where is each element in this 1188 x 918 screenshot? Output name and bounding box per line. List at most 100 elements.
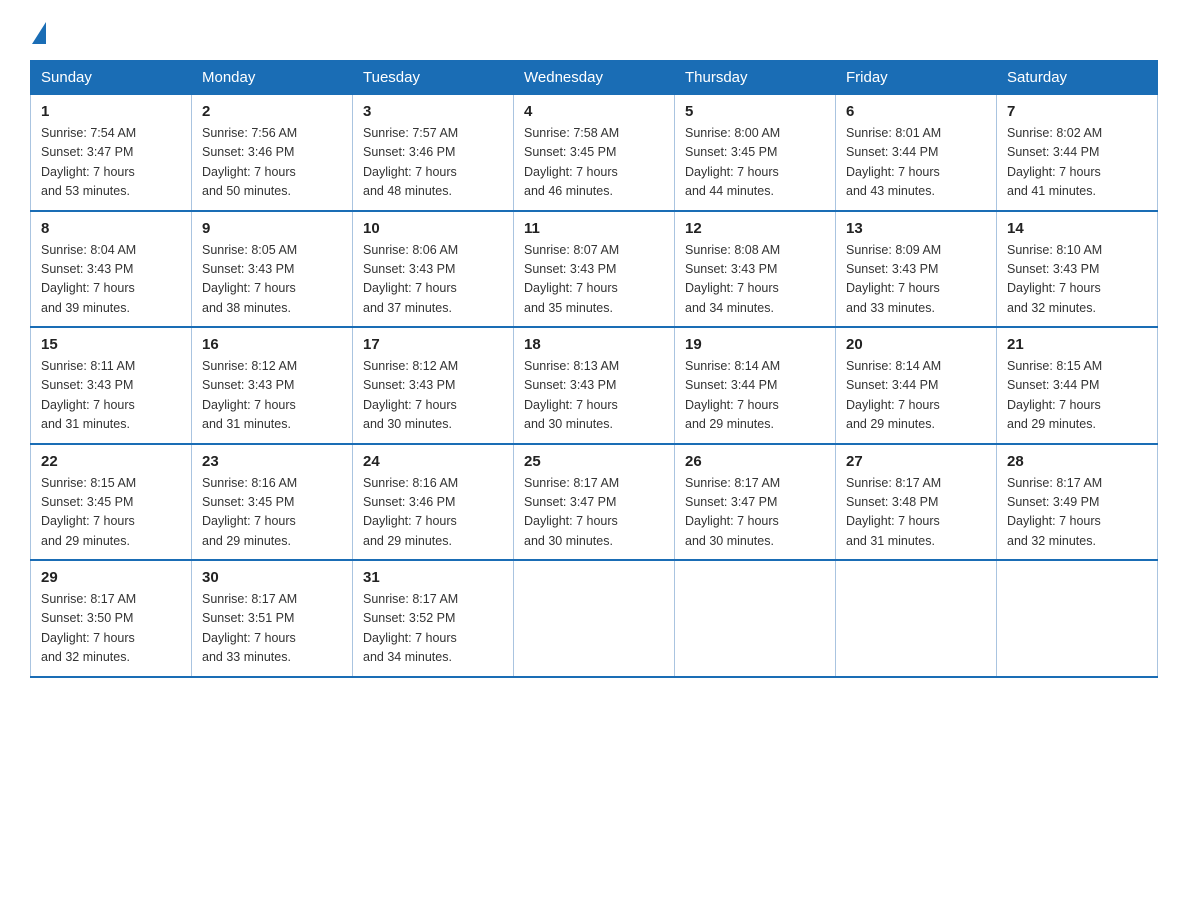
calendar-cell: 19 Sunrise: 8:14 AMSunset: 3:44 PMDaylig… xyxy=(675,327,836,444)
calendar-cell: 22 Sunrise: 8:15 AMSunset: 3:45 PMDaylig… xyxy=(31,444,192,561)
calendar-week-row: 1 Sunrise: 7:54 AMSunset: 3:47 PMDayligh… xyxy=(31,95,1158,211)
day-number: 17 xyxy=(363,336,503,353)
calendar-cell xyxy=(997,560,1158,677)
day-number: 14 xyxy=(1007,220,1147,237)
calendar-cell: 12 Sunrise: 8:08 AMSunset: 3:43 PMDaylig… xyxy=(675,211,836,328)
day-number: 8 xyxy=(41,220,181,237)
calendar-header-sunday: Sunday xyxy=(31,61,192,95)
calendar-cell: 21 Sunrise: 8:15 AMSunset: 3:44 PMDaylig… xyxy=(997,327,1158,444)
day-number: 27 xyxy=(846,453,986,470)
calendar-cell: 14 Sunrise: 8:10 AMSunset: 3:43 PMDaylig… xyxy=(997,211,1158,328)
day-number: 1 xyxy=(41,103,181,120)
calendar-cell: 1 Sunrise: 7:54 AMSunset: 3:47 PMDayligh… xyxy=(31,95,192,211)
day-info: Sunrise: 8:11 AMSunset: 3:43 PMDaylight:… xyxy=(41,359,135,431)
calendar-header-wednesday: Wednesday xyxy=(514,61,675,95)
day-number: 12 xyxy=(685,220,825,237)
day-info: Sunrise: 7:54 AMSunset: 3:47 PMDaylight:… xyxy=(41,126,136,198)
calendar-cell: 20 Sunrise: 8:14 AMSunset: 3:44 PMDaylig… xyxy=(836,327,997,444)
calendar-week-row: 29 Sunrise: 8:17 AMSunset: 3:50 PMDaylig… xyxy=(31,560,1158,677)
day-number: 20 xyxy=(846,336,986,353)
calendar-cell: 17 Sunrise: 8:12 AMSunset: 3:43 PMDaylig… xyxy=(353,327,514,444)
day-info: Sunrise: 8:10 AMSunset: 3:43 PMDaylight:… xyxy=(1007,243,1102,315)
day-info: Sunrise: 8:17 AMSunset: 3:47 PMDaylight:… xyxy=(524,476,619,548)
day-info: Sunrise: 8:06 AMSunset: 3:43 PMDaylight:… xyxy=(363,243,458,315)
day-number: 13 xyxy=(846,220,986,237)
calendar-cell: 24 Sunrise: 8:16 AMSunset: 3:46 PMDaylig… xyxy=(353,444,514,561)
calendar-cell: 16 Sunrise: 8:12 AMSunset: 3:43 PMDaylig… xyxy=(192,327,353,444)
day-info: Sunrise: 8:04 AMSunset: 3:43 PMDaylight:… xyxy=(41,243,136,315)
calendar-cell: 31 Sunrise: 8:17 AMSunset: 3:52 PMDaylig… xyxy=(353,560,514,677)
day-info: Sunrise: 7:58 AMSunset: 3:45 PMDaylight:… xyxy=(524,126,619,198)
day-info: Sunrise: 7:56 AMSunset: 3:46 PMDaylight:… xyxy=(202,126,297,198)
day-info: Sunrise: 8:17 AMSunset: 3:51 PMDaylight:… xyxy=(202,592,297,664)
calendar-table: SundayMondayTuesdayWednesdayThursdayFrid… xyxy=(30,60,1158,678)
day-info: Sunrise: 8:12 AMSunset: 3:43 PMDaylight:… xyxy=(202,359,297,431)
day-info: Sunrise: 8:17 AMSunset: 3:47 PMDaylight:… xyxy=(685,476,780,548)
logo-triangle-icon xyxy=(32,22,46,44)
day-number: 28 xyxy=(1007,453,1147,470)
day-info: Sunrise: 8:14 AMSunset: 3:44 PMDaylight:… xyxy=(846,359,941,431)
calendar-cell: 27 Sunrise: 8:17 AMSunset: 3:48 PMDaylig… xyxy=(836,444,997,561)
day-info: Sunrise: 8:17 AMSunset: 3:50 PMDaylight:… xyxy=(41,592,136,664)
calendar-cell: 7 Sunrise: 8:02 AMSunset: 3:44 PMDayligh… xyxy=(997,95,1158,211)
calendar-cell: 26 Sunrise: 8:17 AMSunset: 3:47 PMDaylig… xyxy=(675,444,836,561)
day-info: Sunrise: 8:01 AMSunset: 3:44 PMDaylight:… xyxy=(846,126,941,198)
logo xyxy=(30,20,48,42)
day-info: Sunrise: 8:05 AMSunset: 3:43 PMDaylight:… xyxy=(202,243,297,315)
calendar-cell: 4 Sunrise: 7:58 AMSunset: 3:45 PMDayligh… xyxy=(514,95,675,211)
day-number: 7 xyxy=(1007,103,1147,120)
day-number: 26 xyxy=(685,453,825,470)
day-info: Sunrise: 8:07 AMSunset: 3:43 PMDaylight:… xyxy=(524,243,619,315)
day-number: 24 xyxy=(363,453,503,470)
day-number: 25 xyxy=(524,453,664,470)
calendar-header-friday: Friday xyxy=(836,61,997,95)
day-info: Sunrise: 8:17 AMSunset: 3:48 PMDaylight:… xyxy=(846,476,941,548)
day-number: 3 xyxy=(363,103,503,120)
day-info: Sunrise: 8:17 AMSunset: 3:52 PMDaylight:… xyxy=(363,592,458,664)
calendar-cell xyxy=(675,560,836,677)
day-number: 10 xyxy=(363,220,503,237)
calendar-cell: 11 Sunrise: 8:07 AMSunset: 3:43 PMDaylig… xyxy=(514,211,675,328)
day-number: 11 xyxy=(524,220,664,237)
day-info: Sunrise: 8:09 AMSunset: 3:43 PMDaylight:… xyxy=(846,243,941,315)
calendar-cell: 9 Sunrise: 8:05 AMSunset: 3:43 PMDayligh… xyxy=(192,211,353,328)
day-number: 21 xyxy=(1007,336,1147,353)
calendar-header-saturday: Saturday xyxy=(997,61,1158,95)
day-info: Sunrise: 7:57 AMSunset: 3:46 PMDaylight:… xyxy=(363,126,458,198)
page-header xyxy=(30,20,1158,42)
calendar-cell: 5 Sunrise: 8:00 AMSunset: 3:45 PMDayligh… xyxy=(675,95,836,211)
calendar-header-monday: Monday xyxy=(192,61,353,95)
calendar-cell xyxy=(514,560,675,677)
day-info: Sunrise: 8:15 AMSunset: 3:44 PMDaylight:… xyxy=(1007,359,1102,431)
day-number: 30 xyxy=(202,569,342,586)
calendar-cell: 25 Sunrise: 8:17 AMSunset: 3:47 PMDaylig… xyxy=(514,444,675,561)
day-info: Sunrise: 8:02 AMSunset: 3:44 PMDaylight:… xyxy=(1007,126,1102,198)
calendar-week-row: 15 Sunrise: 8:11 AMSunset: 3:43 PMDaylig… xyxy=(31,327,1158,444)
calendar-cell: 30 Sunrise: 8:17 AMSunset: 3:51 PMDaylig… xyxy=(192,560,353,677)
calendar-header-row: SundayMondayTuesdayWednesdayThursdayFrid… xyxy=(31,61,1158,95)
day-number: 31 xyxy=(363,569,503,586)
calendar-cell: 8 Sunrise: 8:04 AMSunset: 3:43 PMDayligh… xyxy=(31,211,192,328)
calendar-cell xyxy=(836,560,997,677)
calendar-week-row: 22 Sunrise: 8:15 AMSunset: 3:45 PMDaylig… xyxy=(31,444,1158,561)
calendar-cell: 28 Sunrise: 8:17 AMSunset: 3:49 PMDaylig… xyxy=(997,444,1158,561)
calendar-cell: 15 Sunrise: 8:11 AMSunset: 3:43 PMDaylig… xyxy=(31,327,192,444)
day-number: 2 xyxy=(202,103,342,120)
day-number: 23 xyxy=(202,453,342,470)
day-number: 6 xyxy=(846,103,986,120)
calendar-header-thursday: Thursday xyxy=(675,61,836,95)
calendar-header-tuesday: Tuesday xyxy=(353,61,514,95)
day-number: 5 xyxy=(685,103,825,120)
calendar-week-row: 8 Sunrise: 8:04 AMSunset: 3:43 PMDayligh… xyxy=(31,211,1158,328)
day-info: Sunrise: 8:15 AMSunset: 3:45 PMDaylight:… xyxy=(41,476,136,548)
calendar-cell: 18 Sunrise: 8:13 AMSunset: 3:43 PMDaylig… xyxy=(514,327,675,444)
day-info: Sunrise: 8:16 AMSunset: 3:45 PMDaylight:… xyxy=(202,476,297,548)
day-info: Sunrise: 8:08 AMSunset: 3:43 PMDaylight:… xyxy=(685,243,780,315)
day-number: 15 xyxy=(41,336,181,353)
day-info: Sunrise: 8:12 AMSunset: 3:43 PMDaylight:… xyxy=(363,359,458,431)
calendar-cell: 29 Sunrise: 8:17 AMSunset: 3:50 PMDaylig… xyxy=(31,560,192,677)
day-number: 22 xyxy=(41,453,181,470)
calendar-cell: 10 Sunrise: 8:06 AMSunset: 3:43 PMDaylig… xyxy=(353,211,514,328)
day-info: Sunrise: 8:13 AMSunset: 3:43 PMDaylight:… xyxy=(524,359,619,431)
day-info: Sunrise: 8:14 AMSunset: 3:44 PMDaylight:… xyxy=(685,359,780,431)
